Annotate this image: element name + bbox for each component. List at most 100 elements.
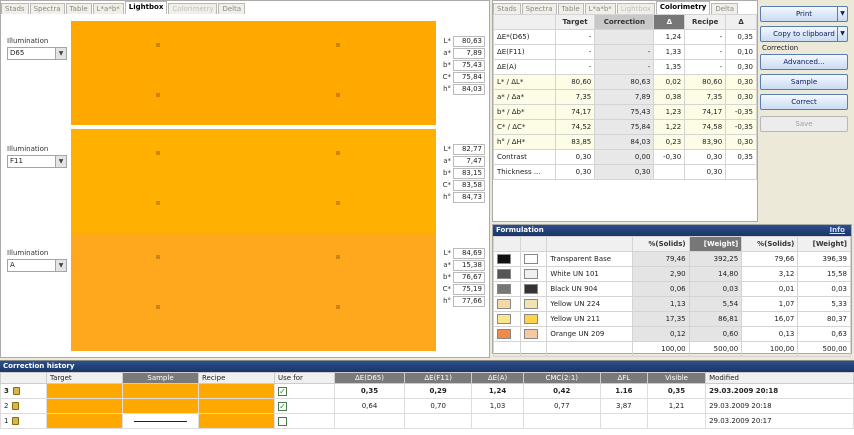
left-tab-lab[interactable]: L*a*b* xyxy=(92,3,124,14)
color-chip-cell xyxy=(493,266,521,282)
lab-value: 75,43 xyxy=(453,59,485,71)
formulation-header-cell: [Weight] xyxy=(688,236,743,252)
right-tab-table[interactable]: Table xyxy=(557,3,584,14)
colorimetry-cell: 74,58 xyxy=(684,119,727,135)
button-sample[interactable]: Sample xyxy=(760,74,848,90)
sample-swatch xyxy=(122,383,199,399)
lab-value: 76,67 xyxy=(453,271,485,283)
history-cell: 1,03 xyxy=(471,398,524,414)
chevron-down-icon[interactable]: ▼ xyxy=(55,48,66,59)
history-row[interactable]: 1 29.03.2009 20:17 xyxy=(0,413,854,429)
colorimetry-cell: - xyxy=(554,59,596,75)
history-header-cell: Target xyxy=(46,372,123,384)
history-cell: 0,29 xyxy=(403,383,473,399)
lab-key: C* xyxy=(442,285,451,293)
use-for-checkbox[interactable] xyxy=(278,416,287,426)
history-cell: 0,64 xyxy=(334,398,405,414)
history-index-cell: 1 xyxy=(0,413,47,429)
lab-value: 84,03 xyxy=(453,83,485,95)
lock-icon xyxy=(12,387,20,395)
lightbox-panel: Stads Spectra Table L*a*b* Lightbox Colorimet… xyxy=(0,0,490,358)
lab-value: 15,38 xyxy=(453,259,485,271)
history-row[interactable]: 3 ✓ 0,35 0,29 1,24 0,42 1.16 0,35 29.03.2009 20:… xyxy=(0,383,854,399)
left-tab-stads[interactable]: Stads xyxy=(1,3,29,14)
formulation-header-cell: %(Solids) xyxy=(632,236,690,252)
button-correct[interactable]: Correct xyxy=(760,94,848,110)
left-tab-delta[interactable]: Delta xyxy=(218,3,246,14)
button-copy-to-clipboard[interactable]: Copy to clipboard ▼ xyxy=(760,26,848,42)
right-tab-delta[interactable]: Delta xyxy=(711,3,739,14)
color-chip-cell xyxy=(493,326,521,342)
history-table: Target Sample Recipe Use for ΔE(D65) ΔE(F11) Δ… xyxy=(0,372,854,429)
illuminant-value: F11 xyxy=(10,157,23,165)
formulation-row: Yellow UN 224 1,13 5,54 1,07 5,33 xyxy=(493,296,851,312)
swatch-marker xyxy=(336,255,340,259)
history-header-cell: Visible xyxy=(646,372,707,384)
colorimetry-panel: Stads Spectra Table L*a*b* Lightbox Colorimet… xyxy=(492,0,758,222)
chevron-down-icon[interactable]: ▼ xyxy=(55,156,66,167)
chevron-down-icon[interactable]: ▼ xyxy=(55,260,66,271)
chevron-down-icon[interactable]: ▼ xyxy=(837,27,847,41)
color-chip-cell xyxy=(519,296,548,312)
formulation-cell: 392,25 xyxy=(688,251,743,267)
colorimetry-cell: 80,60 xyxy=(684,74,727,90)
swatch-marker xyxy=(156,201,160,205)
illuminant-select[interactable]: F11 ▼ xyxy=(7,155,67,168)
history-header-cell: Use for xyxy=(274,372,335,384)
color-chip xyxy=(497,269,511,279)
colorimetry-cell: 84,03 xyxy=(594,134,655,150)
illumination-label: Illumination xyxy=(7,145,49,153)
right-tab-colorimetry[interactable]: Colorimetry xyxy=(655,1,711,14)
left-tabstrip: Stads Spectra Table L*a*b* Lightbox Colorimet… xyxy=(1,1,489,14)
history-index-cell: 2 xyxy=(0,398,47,414)
colorimetry-cell: 1,24 xyxy=(653,29,686,45)
button-advanced[interactable]: Advanced... xyxy=(760,54,848,70)
use-for-checkbox[interactable]: ✓ xyxy=(278,386,287,396)
colorimetry-cell: -0,35 xyxy=(725,104,757,120)
right-tab-spectra[interactable]: Spectra xyxy=(521,3,557,14)
formulation-cell: 0,06 xyxy=(632,281,690,297)
right-tab-stads[interactable]: Stads xyxy=(493,3,521,14)
lab-value: 82,77 xyxy=(453,143,485,155)
colorimetry-cell: 75,43 xyxy=(594,104,655,120)
illuminant-select[interactable]: D65 ▼ xyxy=(7,47,67,60)
use-for-checkbox[interactable]: ✓ xyxy=(278,401,287,411)
color-chip xyxy=(497,284,511,294)
left-tab-table[interactable]: Table xyxy=(65,3,92,14)
color-chip-cell xyxy=(519,281,548,297)
sample-swatch xyxy=(122,413,199,429)
color-swatch xyxy=(71,21,436,125)
button-label: Correct xyxy=(791,98,817,106)
left-tab-lightbox[interactable]: Lightbox xyxy=(124,1,168,14)
history-cell: 1,24 xyxy=(471,383,524,399)
colorimetry-table: Target Correction Δ Recipe Δ ΔE*(D65) -1,24-0,… xyxy=(493,14,757,180)
colorimetry-cell: 0,35 xyxy=(725,29,757,45)
colorimetry-cell: -0,35 xyxy=(725,119,757,135)
button-print[interactable]: Print ▼ xyxy=(760,6,848,22)
history-cell: 1,21 xyxy=(646,398,707,414)
use-for-cell: ✓ xyxy=(274,398,335,414)
colorimetry-cell: 0,30 xyxy=(684,164,727,180)
formulation-header-cell xyxy=(493,236,521,252)
lab-value: 83,58 xyxy=(453,179,485,191)
formulation-cell: 1,07 xyxy=(741,296,799,312)
left-tab-spectra[interactable]: Spectra xyxy=(29,3,65,14)
colorimetry-cell: 1,23 xyxy=(653,104,686,120)
colorimetry-cell: - xyxy=(554,44,596,60)
lab-value: 80,63 xyxy=(453,35,485,47)
use-for-cell xyxy=(274,413,335,429)
formulation-cell: 0,12 xyxy=(632,326,690,342)
right-tab-lab[interactable]: L*a*b* xyxy=(584,3,616,14)
illuminant-select[interactable]: A ▼ xyxy=(7,259,67,272)
swatch-marker xyxy=(156,43,160,47)
formulation-info-link[interactable]: Info xyxy=(830,225,845,236)
colorimetry-header: Δ xyxy=(653,14,686,30)
color-chip-cell xyxy=(519,251,548,267)
chevron-down-icon[interactable]: ▼ xyxy=(837,7,847,21)
colorimetry-cell: a* / Δa* xyxy=(493,89,556,105)
lock-icon xyxy=(12,417,20,425)
colorimetry-cell: - xyxy=(594,44,655,60)
history-row[interactable]: 2 ✓ 0,64 0,70 1,03 0,77 3,87 1,21 29.03.2009 20:… xyxy=(0,398,854,414)
history-cell xyxy=(334,413,405,429)
formulation-cell: 0,60 xyxy=(688,326,743,342)
